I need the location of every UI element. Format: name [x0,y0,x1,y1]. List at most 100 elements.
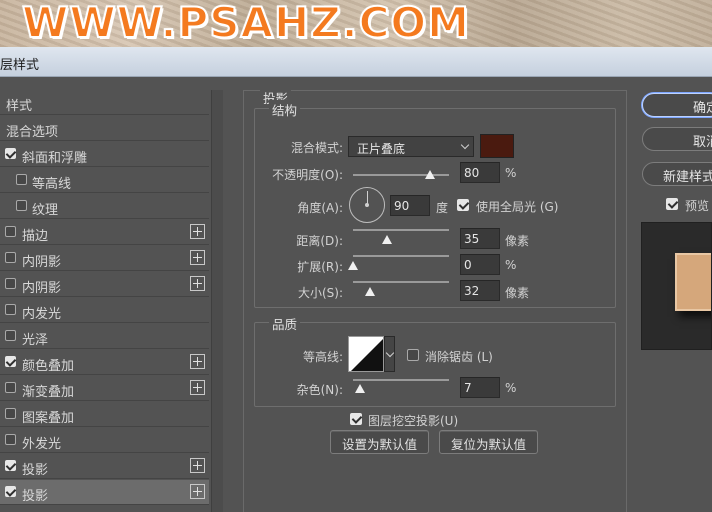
size-label: 大小(S): [297,286,343,300]
noise-input[interactable]: 7 [460,377,500,398]
blend-mode-select[interactable]: 正片叠底 [348,136,474,157]
styles-list-item[interactable]: 投影 [0,480,209,505]
distance-slider-track[interactable] [353,229,449,231]
knockout-checkbox[interactable] [350,413,362,425]
styles-list-item[interactable]: 外发光 [0,428,209,453]
styles-list-checkbox[interactable] [16,200,27,211]
styles-list-item[interactable]: 斜面和浮雕 [0,142,209,167]
style-preview [641,222,712,350]
styles-list-label: 纹理 [32,203,59,218]
styles-list-item[interactable]: 纹理 [0,194,209,219]
size-slider-track[interactable] [353,281,449,283]
styles-list-checkbox[interactable] [5,460,16,471]
angle-input[interactable]: 90 [390,195,430,216]
cancel-button-label: 取消 [693,135,712,150]
angle-unit: 度 [436,201,449,215]
styles-list-checkbox[interactable] [5,278,16,289]
preview-checkbox[interactable] [666,198,678,210]
add-effect-icon[interactable] [190,354,205,369]
drop-shadow-panel: 投影 结构 混合模式: 正片叠底 不透明度(O): 80 % 角度(A): 90… [243,88,627,512]
knockout-label[interactable]: 图层挖空投影(U) [368,412,458,429]
add-effect-icon[interactable] [190,484,205,499]
new-style-button[interactable]: 新建样式... [642,162,712,186]
styles-list-item[interactable]: 光泽 [0,324,209,349]
styles-list-scrollbar[interactable] [211,90,223,512]
styles-list-checkbox[interactable] [5,408,16,419]
styles-list-item[interactable]: 内阴影 [0,272,209,297]
structure-group: 结构 混合模式: 正片叠底 不透明度(O): 80 % 角度(A): 90 度 … [254,100,616,308]
shadow-color-swatch[interactable] [480,134,514,158]
styles-list-checkbox[interactable] [5,434,16,445]
distance-label: 距离(D): [296,234,343,248]
opacity-input[interactable]: 80 [460,162,500,183]
contour-preview[interactable] [348,336,384,372]
new-style-button-label: 新建样式... [663,170,712,185]
add-effect-icon[interactable] [190,224,205,239]
antialias-checkbox[interactable] [407,349,419,361]
quality-group: 品质 等高线: 消除锯齿 (L) 杂色(N): 7 % [254,314,616,407]
styles-list-item[interactable]: 内发光 [0,298,209,323]
styles-list-item[interactable]: 投影 [0,454,209,479]
styles-list: 样式 混合选项 斜面和浮雕 等高线 纹理 描边 内阴影 内阴影 内发光 光泽 颜色叠加 渐变叠加 图案叠… [0,90,224,512]
spread-slider-track[interactable] [353,255,449,257]
styles-list-item[interactable]: 图案叠加 [0,402,209,427]
styles-list-item[interactable]: 等高线 [0,168,209,193]
antialias-label[interactable]: 消除锯齿 (L) [425,348,493,365]
distance-slider-thumb[interactable] [381,235,392,244]
angle-label: 角度(A): [297,201,343,215]
angle-dial-center [365,203,369,207]
styles-list-item[interactable]: 内阴影 [0,246,209,271]
styles-list-item[interactable]: 混合选项 [0,116,209,141]
styles-list-checkbox[interactable] [16,174,27,185]
styles-list-label: 图案叠加 [22,411,75,426]
dialog-title-bar[interactable]: 层样式 [0,47,712,77]
noise-slider-thumb[interactable] [354,384,365,393]
styles-list-checkbox[interactable] [5,486,16,497]
noise-label: 杂色(N): [296,383,343,397]
set-default-button[interactable]: 设置为默认值 [330,430,429,454]
styles-list-checkbox[interactable] [5,304,16,315]
add-effect-icon[interactable] [190,380,205,395]
spread-label: 扩展(R): [297,260,343,274]
styles-list-checkbox[interactable] [5,356,16,367]
contour-dropdown[interactable] [384,336,395,372]
blend-mode-label: 混合模式: [290,141,343,155]
styles-list-checkbox[interactable] [5,226,16,237]
size-input[interactable]: 32 [460,280,500,301]
styles-list-label: 样式 [6,99,33,114]
noise-slider-track[interactable] [353,379,449,381]
blend-mode-value: 正片叠底 [357,142,406,156]
spread-slider-thumb[interactable] [348,261,358,270]
size-unit: 像素 [505,286,530,300]
styles-list-checkbox[interactable] [5,382,16,393]
cancel-button[interactable]: 取消 [642,127,712,151]
styles-list-item[interactable]: 颜色叠加 [0,350,209,375]
contour-label: 等高线: [302,350,343,364]
global-light-checkbox[interactable] [457,199,469,211]
preview-label[interactable]: 预览 [685,197,709,214]
reset-default-button[interactable]: 复位为默认值 [439,430,538,454]
dialog-title: 层样式 [0,58,40,73]
styles-list-label: 光泽 [22,333,49,348]
styles-list-item[interactable]: 渐变叠加 [0,376,209,401]
opacity-label: 不透明度(O): [272,168,343,182]
styles-list-label: 投影 [22,463,49,478]
size-slider-thumb[interactable] [365,287,376,296]
distance-input[interactable]: 35 [460,228,500,249]
styles-list-item[interactable]: 描边 [0,220,209,245]
spread-input[interactable]: 0 [460,254,500,275]
add-effect-icon[interactable] [190,458,205,473]
add-effect-icon[interactable] [190,276,205,291]
opacity-slider-thumb[interactable] [424,170,435,179]
styles-list-item[interactable]: 样式 [0,90,209,115]
opacity-unit: % [505,166,517,180]
ok-button[interactable]: 确定 [642,93,712,117]
styles-list-checkbox[interactable] [5,148,16,159]
add-effect-icon[interactable] [190,250,205,265]
styles-list-checkbox[interactable] [5,330,16,341]
angle-dial[interactable] [349,187,385,223]
ok-button-label: 确定 [693,101,712,116]
styles-list-checkbox[interactable] [5,252,16,263]
styles-list-label: 外发光 [22,437,62,452]
global-light-label[interactable]: 使用全局光 (G) [476,198,558,215]
